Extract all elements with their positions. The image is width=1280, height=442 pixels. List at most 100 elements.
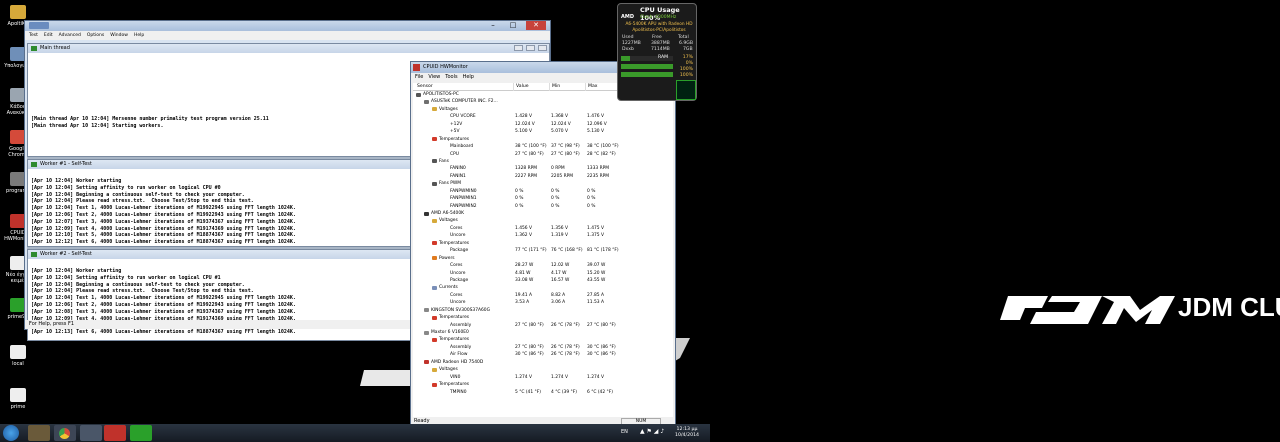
worker1-title: Worker #1 - Self-Test — [40, 161, 92, 167]
child-close-button[interactable] — [538, 45, 547, 51]
col-min[interactable]: Min — [549, 83, 560, 91]
sensor-max: 1.375 V — [587, 233, 604, 239]
sensor-row[interactable]: Cores 1.456 V 1.356 V 1.475 V — [413, 225, 673, 232]
sensor-row[interactable]: FANPWMIN2 0 % 0 % 0 % — [413, 203, 673, 210]
sensor-group-row[interactable]: Temperatures — [413, 136, 673, 143]
sensor-group-row[interactable]: Voltages — [413, 106, 673, 113]
menu-item[interactable]: Help — [134, 33, 144, 38]
chrome-taskbar-button[interactable] — [54, 425, 76, 441]
desktop-icon[interactable]: prime — [3, 388, 33, 410]
sensor-row[interactable]: CPU VCORE 1.428 V 1.368 V 1.476 V — [413, 113, 673, 120]
menu-item[interactable]: View — [428, 74, 440, 80]
thermometer-icon — [432, 382, 437, 387]
child-maximize-button[interactable] — [526, 45, 535, 51]
menu-item[interactable]: File — [415, 74, 423, 80]
sensor-value: 0 % — [515, 188, 524, 194]
start-button[interactable] — [3, 425, 19, 441]
sensor-min: 16.57 W — [551, 277, 570, 283]
sensor-row[interactable]: Package 77 °C (171 °F) 76 °C (168 °F) 81 °C… — [413, 247, 673, 254]
sensor-row[interactable]: FANPWMIN1 0 % 0 % 0 % — [413, 195, 673, 202]
sensor-row[interactable]: +12V 12.024 V 12.024 V 12.096 V — [413, 121, 673, 128]
sensor-group-row[interactable]: KINGSTON SV300S37A60G — [413, 307, 673, 314]
sensor-group-row[interactable]: Temperatures — [413, 314, 673, 321]
menu-item[interactable]: Help — [463, 74, 474, 80]
sensor-min: 0 % — [551, 188, 560, 194]
sensor-label: Package — [450, 277, 469, 283]
language-indicator[interactable]: EN — [621, 429, 628, 435]
sensor-row[interactable]: Mainboard 38 °C (100 °F) 37 °C (98 °F) 38 °… — [413, 143, 673, 150]
sensor-group-row[interactable]: Voltages — [413, 217, 673, 224]
tray-icons[interactable]: ▲ ⚑ ◢ ♪ — [640, 428, 664, 435]
col-value[interactable]: Value — [513, 83, 529, 91]
sensor-label: Fans — [439, 158, 449, 164]
col-max[interactable]: Max — [585, 83, 598, 91]
sensor-row[interactable]: +5V 5.100 V 5.070 V 5.130 V — [413, 128, 673, 135]
computer-icon — [416, 92, 421, 97]
sensor-row[interactable]: Uncore 3.53 A 3.06 A 11.53 A — [413, 299, 673, 306]
sensor-value: 1328 RPM — [515, 166, 538, 172]
sensor-value: 3.53 A — [515, 300, 530, 306]
desktop-icon[interactable]: local — [3, 345, 33, 367]
hwmonitor-taskbar-button[interactable] — [104, 425, 126, 441]
sensor-value: 4.81 W — [515, 270, 531, 276]
sensor-row[interactable]: Assembly 27 °C (80 °F) 26 °C (78 °F) 30 °C … — [413, 344, 673, 351]
sensor-group-row[interactable]: Fans PWM — [413, 180, 673, 187]
sensor-row[interactable]: Uncore 1.362 V 1.319 V 1.375 V — [413, 232, 673, 239]
sensor-row[interactable]: Cores 19.41 A 8.82 A 27.85 A — [413, 292, 673, 299]
sensor-label: Voltages — [439, 106, 458, 112]
menu-item[interactable]: Options — [87, 33, 104, 38]
main-thread-titlebar[interactable]: Main thread — [28, 44, 549, 53]
sensor-label: +5V — [450, 129, 460, 135]
col-sensor[interactable]: Sensor — [417, 83, 433, 91]
sensor-min: 1.274 V — [551, 374, 568, 380]
sensor-label: Assembly — [450, 344, 472, 350]
sensor-group-row[interactable]: Powers — [413, 255, 673, 262]
minimize-button[interactable]: – — [486, 21, 500, 30]
menu-item[interactable]: Test — [29, 33, 38, 38]
chrome-icon — [59, 428, 70, 439]
sensor-max: 0 % — [587, 188, 596, 194]
sensor-group-row[interactable]: Voltages — [413, 366, 673, 373]
prime95-taskbar-button[interactable] — [130, 425, 152, 441]
sensor-row[interactable]: VIN0 1.274 V 1.274 V 1.274 V — [413, 374, 673, 381]
sensor-row[interactable]: Cores 28.27 W 12.02 W 39.07 W — [413, 262, 673, 269]
sensor-label: ASUSTeK COMPUTER INC. F2... — [431, 99, 498, 105]
sensor-row[interactable]: TMPIN0 5 °C (41 °F) 4 °C (39 °F) 6 °C (42 °… — [413, 389, 673, 396]
sensor-group-row[interactable]: Temperatures — [413, 240, 673, 247]
sensor-tree[interactable]: APOLITISTOS-PC ASUSTeK COMPUTER INC. F2..… — [413, 91, 673, 417]
hwmonitor-window[interactable]: CPUID HWMonitor – □ ✕ FileViewToolsHelp … — [410, 61, 676, 427]
menu-item[interactable]: Window — [110, 33, 128, 38]
sensor-row[interactable]: FANIN0 1328 RPM 0 RPM 1333 RPM — [413, 165, 673, 172]
sensor-label: +12V — [450, 121, 463, 127]
explorer-taskbar-button[interactable] — [28, 425, 50, 441]
menu-item[interactable]: Tools — [445, 74, 457, 80]
sensor-row[interactable]: FANPWMIN0 0 % 0 % 0 % — [413, 188, 673, 195]
child-minimize-button[interactable] — [514, 45, 523, 51]
sensor-group-row[interactable]: AMD A6-5400K — [413, 210, 673, 217]
sensor-row[interactable]: Air Flow 30 °C (86 °F) 26 °C (78 °F) 30 °C … — [413, 351, 673, 358]
sensor-row[interactable]: Assembly 27 °C (80 °F) 26 °C (78 °F) 27 °C … — [413, 322, 673, 329]
programs-taskbar-button[interactable] — [80, 425, 102, 441]
prime95-titlebar[interactable]: – □ ✕ — [25, 21, 550, 31]
sensor-group-row[interactable]: Fans — [413, 158, 673, 165]
sensor-group-row[interactable]: Temperatures — [413, 336, 673, 343]
sensor-row[interactable]: CPU 27 °C (80 °F) 27 °C (80 °F) 28 °C (82 °… — [413, 151, 673, 158]
sensor-row[interactable]: Uncore 4.81 W 4.17 W 15.20 W — [413, 270, 673, 277]
sensor-row[interactable]: FANIN1 2227 RPM 2205 RPM 2235 RPM — [413, 173, 673, 180]
maximize-button[interactable]: □ — [506, 21, 520, 30]
taskbar-clock[interactable]: 12:13 μμ 10/4/2014 — [675, 427, 699, 439]
menu-item[interactable]: Advanced — [59, 33, 81, 38]
sensor-value: 1.456 V — [515, 225, 532, 231]
sensor-group-row[interactable]: Currents — [413, 284, 673, 291]
sensor-max: 27.85 A — [587, 292, 604, 298]
sensor-label: Uncore — [450, 270, 466, 276]
sensor-group-row[interactable]: Maxtor 6 V160E0 — [413, 329, 673, 336]
sensor-group-row[interactable]: Temperatures — [413, 381, 673, 388]
sensor-row[interactable]: Package 33.08 W 16.57 W 43.55 W — [413, 277, 673, 284]
menu-item[interactable]: Edit — [44, 33, 53, 38]
sensor-label: APOLITISTOS-PC — [423, 92, 459, 97]
sensor-group-row[interactable]: AMD Radeon HD 7540D — [413, 359, 673, 366]
sensor-value: 77 °C (171 °F) — [515, 248, 547, 254]
close-button[interactable]: ✕ — [526, 21, 546, 30]
sensor-label: Air Flow — [450, 352, 468, 358]
